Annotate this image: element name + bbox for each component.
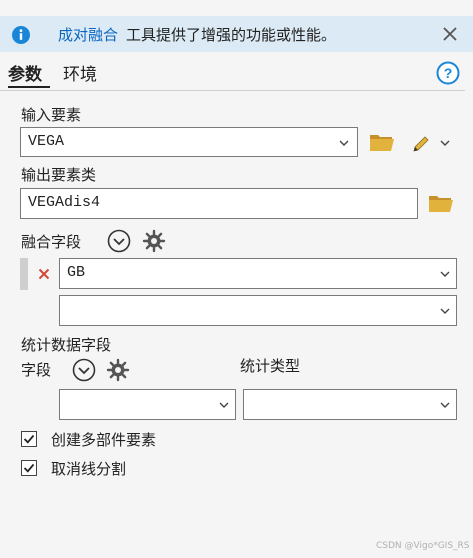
statistic-type-dropdown[interactable] (243, 389, 457, 420)
input-features-label: 输入要素 (21, 106, 82, 124)
input-features-dropdown[interactable]: VEGA (20, 127, 358, 157)
gear-icon[interactable] (106, 358, 130, 382)
unsplit-lines-checkbox[interactable] (21, 460, 37, 476)
close-icon[interactable] (442, 26, 458, 42)
chevron-down-icon (440, 402, 450, 408)
banner-text: 成对融合 工具提供了增强的功能或性能。 (58, 24, 336, 45)
pencil-icon[interactable] (411, 134, 431, 154)
tool-name-link[interactable]: 成对融合 (58, 26, 118, 44)
pencil-menu-chevron-icon[interactable] (440, 140, 450, 146)
output-feature-class-value: VEGAdis4 (28, 194, 101, 211)
folder-icon[interactable] (428, 193, 454, 213)
create-multipart-label: 创建多部件要素 (51, 431, 157, 449)
dissolve-field-dropdown-empty[interactable] (59, 295, 457, 326)
info-banner: 成对融合 工具提供了增强的功能或性能。 (0, 16, 473, 52)
chevron-down-icon (440, 308, 450, 314)
dissolve-fields-label: 融合字段 (21, 233, 82, 251)
create-multipart-checkbox[interactable] (21, 431, 37, 447)
help-icon[interactable]: ? (436, 61, 460, 85)
remove-row-icon[interactable] (38, 268, 50, 280)
dissolve-field-dropdown[interactable]: GB (59, 258, 457, 289)
check-icon (23, 434, 35, 444)
chevron-down-icon (339, 140, 349, 146)
statistic-type-label: 统计类型 (240, 357, 301, 375)
svg-text:?: ? (444, 65, 453, 81)
tab-parameters[interactable]: 参数 (8, 60, 42, 85)
unsplit-lines-label: 取消线分割 (51, 460, 127, 478)
dissolve-field-value: GB (67, 264, 86, 281)
statistics-field-dropdown[interactable] (59, 389, 236, 420)
active-tab-indicator (8, 86, 50, 88)
gear-icon[interactable] (142, 229, 166, 253)
info-icon (12, 26, 30, 44)
watermark: CSDN @Vigo*GIS_RS (376, 541, 470, 551)
chevron-down-icon (219, 402, 229, 408)
output-feature-class-label: 输出要素类 (21, 166, 97, 184)
field-column-label: 字段 (21, 361, 52, 379)
check-icon (23, 463, 35, 473)
tab-divider (0, 90, 465, 91)
tab-environments[interactable]: 环境 (63, 60, 97, 85)
expand-chevron-icon[interactable] (107, 229, 131, 253)
banner-message: 工具提供了增强的功能或性能。 (126, 26, 337, 44)
expand-chevron-icon[interactable] (72, 358, 96, 382)
row-drag-handle[interactable] (20, 258, 28, 290)
input-features-value: VEGA (28, 133, 65, 150)
folder-icon[interactable] (369, 132, 395, 152)
output-feature-class-input[interactable]: VEGAdis4 (20, 188, 418, 219)
statistics-fields-label: 统计数据字段 (21, 336, 112, 354)
chevron-down-icon (440, 271, 450, 277)
